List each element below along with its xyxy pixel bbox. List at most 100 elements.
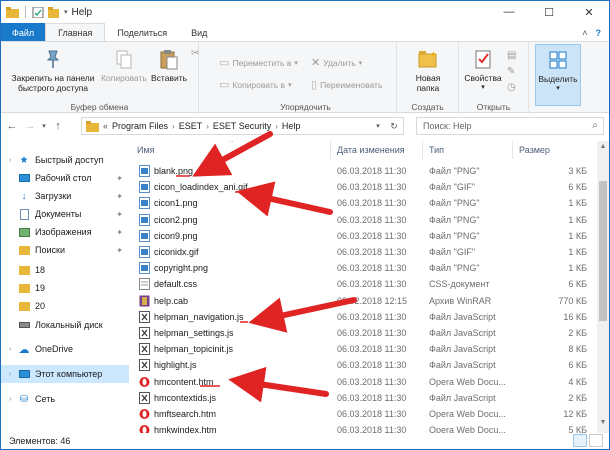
scroll-thumb[interactable] (599, 181, 607, 321)
breadcrumb-overflow[interactable]: « (103, 121, 108, 131)
details-view-button[interactable] (573, 434, 587, 447)
png-icon (139, 197, 150, 210)
tab-view[interactable]: Вид (179, 23, 219, 42)
open-icon[interactable]: ▤ (507, 50, 516, 61)
scroll-up-icon[interactable]: ▲ (597, 143, 609, 155)
tab-home[interactable]: Главная (45, 23, 106, 42)
address-dropdown-icon[interactable]: ▾ (376, 122, 380, 130)
delete-button[interactable]: ✕ Удалить ▾ (311, 56, 362, 69)
collapse-ribbon-icon[interactable]: ˄ (582, 28, 587, 38)
file-row[interactable]: ciconidx.gif 06.03.2018 11:30 Файл "GIF" 1 … (131, 244, 597, 260)
gif-icon (139, 181, 150, 194)
nav-item[interactable]: › Этот компьютер (1, 365, 129, 383)
file-date: 06.03.2018 11:30 (337, 392, 407, 403)
file-row[interactable]: helpman_topicinit.js 06.03.2018 11:30 Файл… (131, 341, 597, 357)
chevron-right-icon[interactable]: › (9, 396, 17, 403)
file-row[interactable]: highlight.js 06.03.2018 11:30 Файл JavaScr… (131, 357, 597, 373)
file-row[interactable]: blank.png 06.03.2018 11:30 Файл "PNG" 3 КБ (131, 163, 597, 179)
paste-label: Вставить (150, 73, 188, 83)
pin-icon[interactable]: ✦ (116, 246, 123, 255)
pin-icon[interactable]: ✦ (116, 174, 123, 183)
select-button[interactable]: Выделить ▾ (535, 44, 581, 106)
move-to-button[interactable]: ▭ Переместить в ▾ (219, 56, 298, 69)
help-icon[interactable]: ? (596, 28, 602, 38)
nav-item[interactable]: › ⛁ Сеть (1, 390, 129, 408)
file-row[interactable]: help.cab 08.02.2018 12:15 Архив WinRAR 770 … (131, 293, 597, 309)
history-icon[interactable]: ◷ (507, 82, 516, 93)
file-row[interactable]: copyright.png 06.03.2018 11:30 Файл "PNG" 1… (131, 260, 597, 276)
back-button[interactable]: ← (3, 120, 21, 132)
pin-icon[interactable]: ✦ (116, 210, 123, 219)
properties-check-icon[interactable] (32, 6, 45, 18)
nav-item[interactable]: › ☁ OneDrive (1, 340, 129, 358)
address-bar[interactable]: « Program Files › ESET › ESET Security ›… (81, 117, 404, 135)
nav-item[interactable]: Поиски ✦ (1, 241, 129, 259)
vertical-scrollbar[interactable]: ▲ ▼ (597, 141, 609, 433)
cut-icon[interactable]: ✂ (191, 48, 199, 59)
nav-item[interactable]: › ★ Быстрый доступ (1, 151, 129, 169)
refresh-icon[interactable]: ↻ (390, 121, 398, 132)
nav-item[interactable]: ↓ Загрузки ✦ (1, 187, 129, 205)
chevron-right-icon[interactable]: › (9, 346, 17, 353)
forward-button[interactable]: → (21, 120, 39, 132)
file-name: default.css (154, 279, 198, 290)
pin-icon[interactable]: ✦ (116, 228, 123, 237)
nav-item[interactable]: 19 (1, 279, 129, 297)
file-row[interactable]: cicon_loadindex_ani.gif 06.03.2018 11:30 Ф… (131, 179, 597, 195)
nav-item[interactable]: Локальный диск (1, 316, 129, 334)
up-button[interactable]: ↑ (49, 120, 67, 132)
chevron-right-icon[interactable]: › (9, 157, 17, 164)
js-icon (139, 343, 150, 356)
file-row[interactable]: cicon1.png 06.03.2018 11:30 Файл "PNG" 1 КБ (131, 195, 597, 211)
chevron-right-icon[interactable]: › (275, 122, 278, 131)
nav-item[interactable]: 20 (1, 297, 129, 315)
nav-item[interactable]: Изображения ✦ (1, 223, 129, 241)
file-type: Opera Web Docu... (429, 409, 506, 419)
file-row[interactable]: hmftsearch.htm 06.03.2018 11:30 Opera Web … (131, 406, 597, 422)
tab-file[interactable]: Файл (1, 23, 46, 42)
scroll-down-icon[interactable]: ▼ (597, 419, 609, 431)
breadcrumb-program-files[interactable]: Program Files (112, 121, 168, 131)
chevron-right-icon[interactable]: › (172, 122, 175, 131)
large-icons-view-button[interactable] (589, 434, 603, 447)
file-row[interactable]: helpman_settings.js 06.03.2018 11:30 Файл … (131, 325, 597, 341)
file-row[interactable]: hmcontent.htm 06.03.2018 11:30 Opera Web D… (131, 374, 597, 390)
close-button[interactable]: ✕ (569, 1, 609, 23)
file-row[interactable]: cicon9.png 06.03.2018 11:30 Файл "PNG" 1 КБ (131, 228, 597, 244)
column-size[interactable]: Размер (513, 141, 597, 159)
recent-locations-icon[interactable]: ▾ (39, 122, 49, 130)
file-row[interactable]: helpman_navigation.js 06.03.2018 11:30 Фай… (131, 309, 597, 325)
pin-quick-access-button[interactable]: Закрепить на панели быстрого доступа (5, 48, 101, 93)
nav-item[interactable]: Рабочий стол ✦ (1, 169, 129, 187)
chevron-right-icon[interactable]: › (206, 122, 209, 131)
maximize-button[interactable]: ☐ (529, 1, 569, 23)
rename-button[interactable]: ▯ Переименовать (311, 78, 382, 91)
new-folder-qat-icon[interactable] (48, 6, 61, 18)
properties-button[interactable]: Свойства ▾ (463, 48, 503, 93)
tab-share[interactable]: Поделиться (105, 23, 179, 42)
copy-to-button[interactable]: ▭ Копировать в ▾ (219, 78, 292, 91)
file-row[interactable]: hmcontextids.js 06.03.2018 11:30 Файл Java… (131, 390, 597, 406)
file-type: Файл "GIF" (429, 182, 476, 193)
file-row[interactable]: cicon2.png 06.03.2018 11:30 Файл "PNG" 1 КБ (131, 212, 597, 228)
file-size: 770 КБ (558, 295, 587, 306)
paste-button[interactable]: Вставить (149, 48, 189, 83)
breadcrumb-help[interactable]: Help (282, 121, 301, 131)
breadcrumb-eset-security[interactable]: ESET Security (213, 121, 271, 131)
column-date[interactable]: Дата изменения (331, 141, 423, 159)
file-row[interactable]: hmkwindex.htm 06.03.2018 11:30 Opera Web D… (131, 422, 597, 433)
nav-item[interactable]: 18 (1, 261, 129, 279)
breadcrumb-eset[interactable]: ESET (179, 121, 203, 131)
qat-dropdown-icon[interactable]: ▾ (64, 8, 68, 16)
pin-icon[interactable]: ✦ (116, 192, 123, 201)
nav-item[interactable]: Документы ✦ (1, 205, 129, 223)
copy-button[interactable]: Копировать (99, 48, 149, 83)
edit-icon[interactable]: ✎ (507, 66, 515, 77)
search-box[interactable]: Поиск: Help ⌕ (416, 117, 604, 135)
new-folder-button[interactable]: ✦ Новая папка (403, 48, 453, 93)
chevron-right-icon[interactable]: › (9, 371, 17, 378)
column-type[interactable]: Тип (423, 141, 513, 159)
file-row[interactable]: default.css 06.03.2018 11:30 CSS-документ 6… (131, 276, 597, 292)
minimize-button[interactable]: — (489, 1, 529, 23)
new-folder-icon: ✦ (418, 50, 437, 68)
